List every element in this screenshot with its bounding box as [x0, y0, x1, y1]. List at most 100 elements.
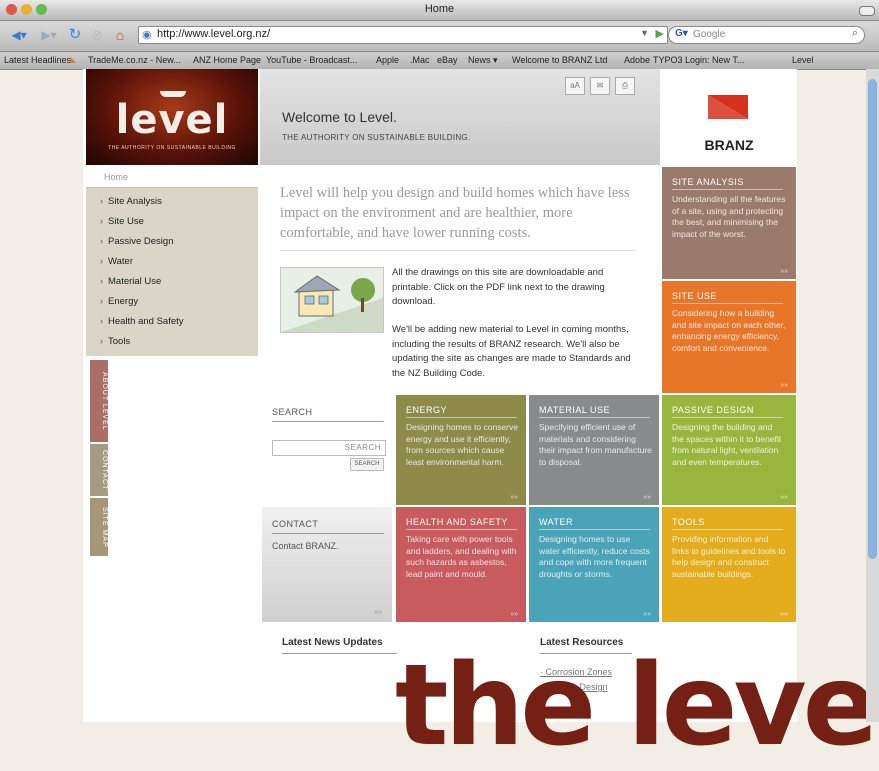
tab-contact[interactable]: CONTACT [90, 444, 108, 496]
tile-text: Taking care with power tools and ladders… [406, 534, 517, 579]
text-size-icon[interactable]: aA [565, 77, 585, 95]
tile-tools[interactable]: TOOLS Providing information and links to… [662, 507, 796, 622]
tile-title: SITE USE [672, 291, 718, 301]
more-marker: »» [780, 611, 788, 618]
search-input[interactable]: SEARCH [272, 440, 386, 456]
tile-title: PASSIVE DESIGN [672, 405, 754, 415]
nav-item-tools[interactable]: Tools [100, 336, 130, 347]
divider [280, 250, 635, 251]
scrollbar-thumb[interactable] [868, 79, 877, 559]
forward-icon[interactable]: ▶▾ [38, 28, 60, 42]
magnifier-icon[interactable]: ⌕ [852, 27, 858, 40]
divider [672, 189, 783, 190]
more-marker: »» [510, 494, 518, 501]
tile-text: Providing information and links to guide… [672, 534, 786, 579]
tile-title: ENERGY [406, 405, 448, 415]
tile-material-use[interactable]: MATERIAL USE Specifying efficient use of… [529, 395, 659, 505]
address-bar[interactable]: ◉ http://www.level.org.nz/ ▼ ▶ [138, 26, 668, 44]
logo-tagline: THE AUTHORITY ON SUSTAINABLE BUILDING [108, 145, 236, 151]
bookmark-item[interactable]: .Mac [410, 55, 430, 65]
divider [672, 303, 783, 304]
nav-item-health-and-safety[interactable]: Health and Safety [100, 316, 184, 327]
nav-item-site-analysis[interactable]: Site Analysis [100, 196, 162, 207]
tile-passive-design[interactable]: PASSIVE DESIGN Designing the building an… [662, 395, 796, 505]
tab-about-level[interactable]: ABOUT LEVEL [90, 360, 108, 442]
house-illustration-icon [281, 268, 383, 332]
tile-text: Specifying efficient use of materials an… [539, 422, 652, 467]
bookmark-item[interactable]: Apple [376, 55, 399, 65]
tab-site-map[interactable]: SITE MAP [90, 498, 108, 556]
tile-water[interactable]: WATER Designing homes to use water effic… [529, 507, 659, 622]
search-input-label: SEARCH [344, 443, 381, 452]
stop-icon[interactable]: ⊗ [88, 28, 106, 42]
house-drawing-image [280, 267, 384, 333]
bookmark-item[interactable]: Adobe [624, 55, 650, 65]
bookmark-item[interactable]: News ▾ [468, 55, 498, 66]
search-engine-box[interactable]: G▾ Google ⌕ [668, 26, 865, 44]
divider [539, 417, 650, 418]
contact-panel: CONTACT Contact BRANZ. »» [262, 507, 392, 622]
level-logo[interactable]: level THE AUTHORITY ON SUSTAINABLE BUILD… [86, 69, 258, 165]
nav-item-water[interactable]: Water [100, 256, 133, 267]
bookmark-item[interactable]: eBay [437, 55, 458, 65]
home-icon[interactable]: ⌂ [110, 28, 130, 42]
main-navigation: Site Analysis Site Use Passive Design Wa… [86, 188, 258, 356]
more-marker: »» [643, 494, 651, 501]
tile-health-and-safety[interactable]: HEALTH AND SAFETY Taking care with power… [396, 507, 526, 622]
bookmark-item[interactable]: TYPO3 Login: New T... [653, 55, 744, 65]
print-icon[interactable]: ⎙ [615, 77, 635, 95]
divider [406, 529, 517, 530]
overlay-headline: the leve [395, 641, 879, 771]
news-heading: Latest News Updates [282, 637, 383, 648]
rss-icon: ◣ [70, 55, 77, 64]
nav-item-site-use[interactable]: Site Use [100, 216, 144, 227]
bookmark-item[interactable]: Welcome to BRANZ Ltd [512, 55, 607, 65]
go-icon[interactable]: ▶ [656, 27, 664, 40]
history-dropdown-icon[interactable]: ▼ [640, 28, 649, 38]
bookmark-item[interactable]: Latest Headlines [4, 55, 71, 65]
bookmark-item[interactable]: Level [792, 55, 814, 65]
divider [672, 417, 783, 418]
contact-title: CONTACT [272, 519, 319, 529]
tile-text: Designing homes to use water efficiently… [539, 534, 650, 579]
nav-home[interactable]: Home [86, 167, 258, 188]
address-text: http://www.level.org.nz/ [157, 28, 271, 40]
nav-item-material-use[interactable]: Material Use [100, 276, 161, 287]
tile-text: Designing homes to conserve energy and u… [406, 422, 518, 467]
tile-title: TOOLS [672, 517, 705, 527]
vertical-scrollbar[interactable] [866, 69, 879, 722]
reload-icon[interactable]: ↻ [66, 27, 84, 42]
nav-item-passive-design[interactable]: Passive Design [100, 236, 173, 247]
intro-text: Level will help you design and build hom… [280, 185, 630, 241]
google-icon[interactable]: G▾ [675, 28, 688, 39]
globe-icon: ◉ [142, 29, 152, 41]
nav-item-energy[interactable]: Energy [100, 296, 138, 307]
branz-logo[interactable]: BRANZ [662, 69, 796, 165]
search-button[interactable]: SEARCH [350, 458, 384, 471]
tile-energy[interactable]: ENERGY Designing homes to conserve energ… [396, 395, 526, 505]
toolbar-toggle-button[interactable] [859, 6, 875, 16]
more-marker: »» [643, 611, 651, 618]
browser-toolbar: ◀▾ ▶▾ ↻ ⊗ ⌂ ◉ http://www.level.org.nz/ ▼… [0, 21, 879, 52]
tile-text: Considering how a building and site impa… [672, 308, 786, 353]
tile-site-use[interactable]: SITE USE Considering how a building and … [662, 281, 796, 393]
divider [272, 421, 384, 422]
tile-title: WATER [539, 517, 573, 527]
nav-home-label: Home [104, 172, 129, 182]
divider [282, 653, 397, 654]
bookmark-item[interactable]: ANZ Home Page [193, 55, 261, 65]
divider [406, 417, 517, 418]
search-title: SEARCH [272, 407, 313, 417]
more-marker: »» [780, 268, 788, 275]
bookmark-item[interactable]: TradeMe.co.nz - New... [88, 55, 181, 65]
more-marker: »» [510, 611, 518, 618]
divider [672, 529, 783, 530]
tile-site-analysis[interactable]: SITE ANALYSIS Understanding all the feat… [662, 167, 796, 279]
tile-title: SITE ANALYSIS [672, 177, 744, 187]
more-marker: »» [780, 382, 788, 389]
back-icon[interactable]: ◀▾ [8, 28, 30, 42]
search-engine-placeholder: Google [693, 29, 726, 40]
email-icon[interactable]: ✉ [590, 77, 610, 95]
bookmark-item[interactable]: YouTube - Broadcast... [266, 55, 357, 65]
contact-link[interactable]: Contact BRANZ. [272, 541, 339, 551]
